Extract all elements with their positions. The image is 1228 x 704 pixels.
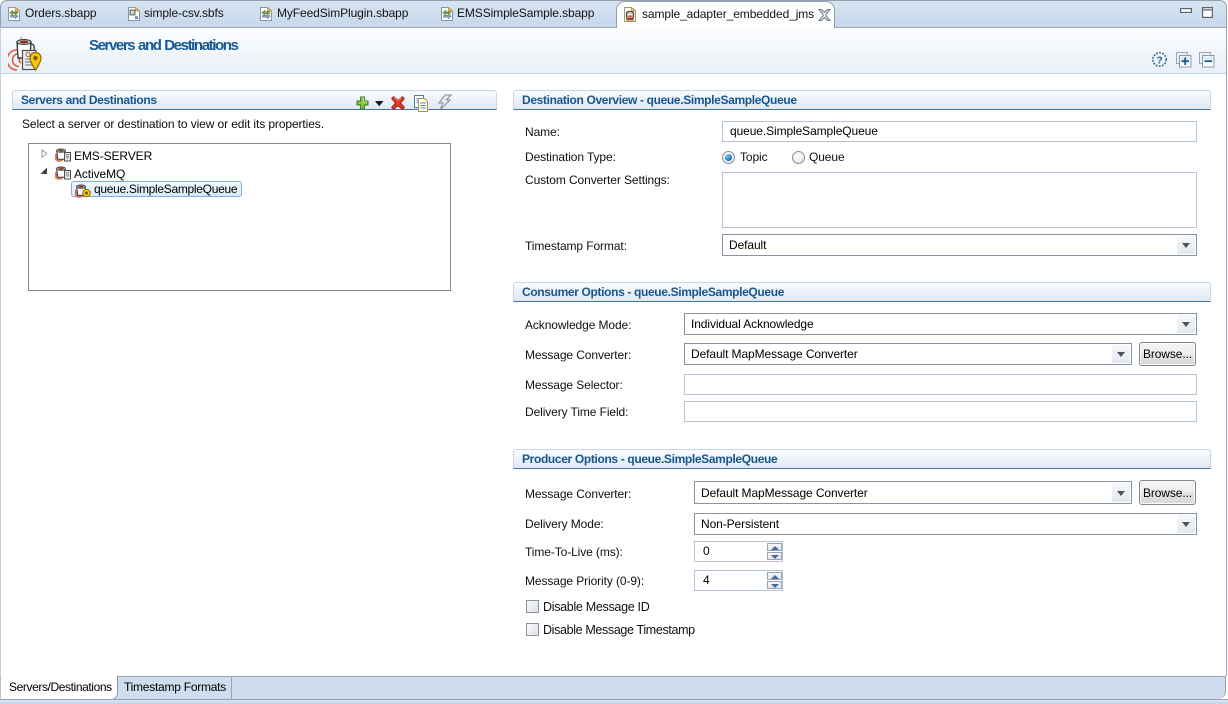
svg-text:?: ? — [1156, 54, 1162, 66]
